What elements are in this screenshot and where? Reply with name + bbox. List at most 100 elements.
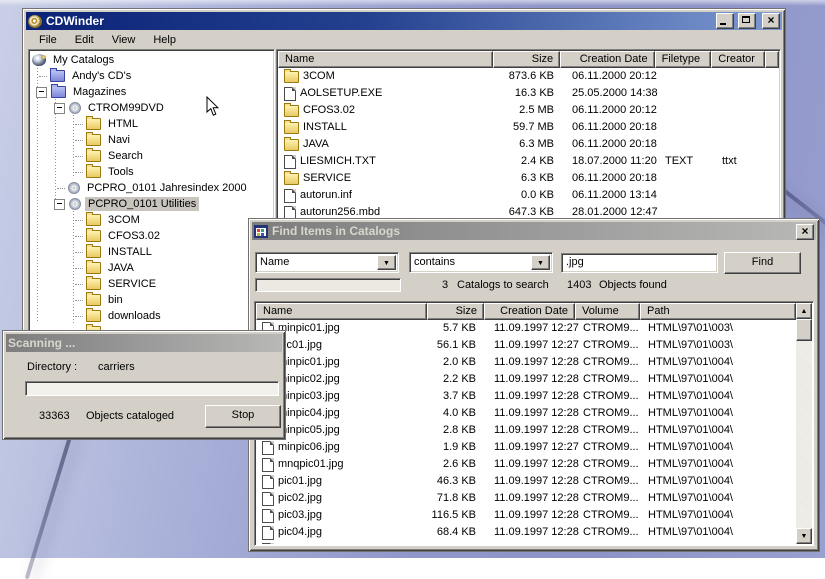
tree-item-pcpro-0101-jahresindex-2000[interactable]: PCPRO_0101 Jahresindex 2000 (31, 180, 272, 196)
folder-icon (284, 139, 299, 151)
tree-item-bin[interactable]: bin (31, 292, 272, 308)
maximize-button[interactable] (738, 13, 756, 29)
result-volume: CTROM9... (575, 490, 640, 507)
find-result-row[interactable]: minpic01.jpg5.7 KB11.09.1997 12:27CTROM9… (256, 320, 796, 337)
chevron-down-icon[interactable]: ▼ (531, 255, 550, 270)
stop-button[interactable]: Stop (205, 405, 281, 428)
tree-item-install[interactable]: INSTALL (31, 244, 272, 260)
table-row[interactable]: JAVA6.3 MB06.11.2000 20:18 (278, 136, 779, 153)
chevron-down-icon[interactable]: ▼ (377, 255, 396, 270)
table-row[interactable]: INSTALL59.7 MB06.11.2000 20:18 (278, 119, 779, 136)
find-result-row[interactable]: pic03.jpg116.5 KB11.09.1997 12:28CTROM9.… (256, 507, 796, 524)
tree-item-downloads[interactable]: downloads (31, 308, 272, 324)
find-result-row[interactable]: minpic05.jpg2.8 KB11.09.1997 12:28CTROM9… (256, 422, 796, 439)
column-header-size[interactable]: Size (493, 51, 561, 68)
find-result-row[interactable]: minpic06.jpg1.9 KB11.09.1997 12:27CTROM9… (256, 439, 796, 456)
find-result-row[interactable]: pic01.jpg46.3 KB11.09.1997 12:28CTROM9..… (256, 473, 796, 490)
menu-item-view[interactable]: View (103, 32, 145, 48)
directory-label: Directory : (27, 361, 77, 373)
find-result-row[interactable]: pic01.jpg56.1 KB11.09.1997 12:27CTROM9..… (256, 337, 796, 354)
result-path: HTML\97\01\004\ (640, 473, 796, 490)
table-row[interactable]: autorun.inf0.0 KB06.11.2000 13:14 (278, 187, 779, 204)
tree-expander-collapse[interactable] (54, 103, 65, 114)
scrollbar-thumb[interactable] (796, 319, 812, 341)
field-dropdown[interactable]: Name ▼ (255, 252, 399, 273)
tree-item-my-catalogs[interactable]: My Catalogs (31, 52, 272, 68)
menu-item-help[interactable]: Help (144, 32, 185, 48)
tree-item-3com[interactable]: 3COM (31, 212, 272, 228)
main-title-bar[interactable]: CDWinder × (26, 12, 782, 30)
result-volume: CTROM9... (575, 388, 640, 405)
find-column-header-volume[interactable]: Volume (575, 303, 640, 320)
result-path: HTML\97\01\004\ (640, 541, 796, 544)
table-row[interactable]: 3COM873.6 KB06.11.2000 20:12 (278, 68, 779, 85)
file-filetype (657, 136, 714, 153)
find-column-header-path[interactable]: Path (640, 303, 796, 320)
found-count: 1403 (567, 279, 591, 291)
find-result-row[interactable]: minpic01.jpg2.0 KB11.09.1997 12:28CTROM9… (256, 354, 796, 371)
file-filetype (657, 68, 714, 85)
find-result-row[interactable]: pic05.jpg70.9 KB11.09.1997 12:27CTROM9..… (256, 541, 796, 544)
find-result-row[interactable]: pic04.jpg68.4 KB11.09.1997 12:28CTROM9..… (256, 524, 796, 541)
scroll-up-icon[interactable]: ▲ (796, 303, 812, 319)
folder-icon (284, 105, 299, 117)
table-row[interactable]: CFOS3.022.5 MB06.11.2000 20:12 (278, 102, 779, 119)
file-date: 06.11.2000 20:18 (562, 119, 657, 136)
find-column-header-size[interactable]: Size (427, 303, 484, 320)
result-name: pic04.jpg (278, 524, 322, 541)
result-name: minpic03.jpg (278, 388, 340, 405)
find-result-row[interactable]: pic02.jpg71.8 KB11.09.1997 12:28CTROM9..… (256, 490, 796, 507)
folder-icon (284, 173, 299, 185)
result-volume: CTROM9... (575, 422, 640, 439)
menu-item-edit[interactable]: Edit (66, 32, 103, 48)
tree-item-search[interactable]: Search (31, 148, 272, 164)
find-title-bar[interactable]: Find Items in Catalogs (252, 222, 816, 240)
tree-item-magazines[interactable]: Magazines (31, 84, 272, 100)
tree-item-tools[interactable]: Tools (31, 164, 272, 180)
column-header-creator[interactable]: Creator (711, 51, 765, 68)
tree-item-navi[interactable]: Navi (31, 132, 272, 148)
operator-dropdown[interactable]: contains ▼ (409, 252, 553, 273)
result-date: 11.09.1997 12:28 (484, 473, 575, 490)
find-result-row[interactable]: minpic03.jpg3.7 KB11.09.1997 12:28CTROM9… (256, 388, 796, 405)
result-date: 11.09.1997 12:28 (484, 371, 575, 388)
close-button[interactable]: × (762, 13, 780, 29)
result-volume: CTROM9... (575, 354, 640, 371)
menu-item-file[interactable]: File (30, 32, 66, 48)
file-name-cell: AOLSETUP.EXE (278, 85, 494, 102)
find-result-row[interactable]: mnqpic01.jpg2.6 KB11.09.1997 12:28CTROM9… (256, 456, 796, 473)
tree-item-ctrom99dvd[interactable]: CTROM99DVD (31, 100, 272, 116)
tree-item-pcpro-0101-utilities[interactable]: PCPRO_0101 Utilities (31, 196, 272, 212)
find-dialog-title: Find Items in Catalogs (272, 224, 400, 238)
tree-item-html[interactable]: HTML (31, 116, 272, 132)
scanning-title-bar[interactable]: Scanning ... (6, 334, 282, 352)
column-header-filetype[interactable]: Filetype (655, 51, 712, 68)
scroll-down-icon[interactable]: ▼ (796, 528, 812, 544)
find-result-row[interactable]: minpic04.jpg4.0 KB11.09.1997 12:28CTROM9… (256, 405, 796, 422)
folder-icon (86, 262, 101, 274)
column-header-creation-date[interactable]: Creation Date (560, 51, 654, 68)
column-header-name[interactable]: Name (278, 51, 493, 68)
tree-expander-collapse[interactable] (36, 87, 47, 98)
find-close-button[interactable]: × (796, 224, 814, 240)
table-row[interactable]: SERVICE6.3 KB06.11.2000 20:18 (278, 170, 779, 187)
find-button[interactable]: Find (724, 252, 801, 274)
result-volume: CTROM9... (575, 405, 640, 422)
find-result-row[interactable]: minpic02.jpg2.2 KB11.09.1997 12:28CTROM9… (256, 371, 796, 388)
result-path: HTML\97\01\004\ (640, 490, 796, 507)
scrollbar[interactable]: ▲ ▼ (796, 303, 812, 544)
find-column-header-name[interactable]: Name (256, 303, 427, 320)
tree-item-andy-s-cd-s[interactable]: Andy's CD's (31, 68, 272, 84)
search-input[interactable]: .jpg (561, 253, 718, 273)
table-row[interactable]: AOLSETUP.EXE16.3 KB25.05.2000 14:38 (278, 85, 779, 102)
close-icon: × (763, 14, 779, 28)
tree-expander-collapse[interactable] (54, 199, 65, 210)
tree-item-java[interactable]: JAVA (31, 260, 272, 276)
result-name: minpic01.jpg (278, 320, 340, 337)
tree-item-cfos3-02[interactable]: CFOS3.02 (31, 228, 272, 244)
find-column-header-creation-date[interactable]: Creation Date (484, 303, 575, 320)
tree-item-service[interactable]: SERVICE (31, 276, 272, 292)
table-row[interactable]: LIESMICH.TXT2.4 KB18.07.2000 11:20TEXTtt… (278, 153, 779, 170)
tree-item-label: Tools (105, 165, 137, 179)
minimize-button[interactable] (716, 13, 734, 29)
